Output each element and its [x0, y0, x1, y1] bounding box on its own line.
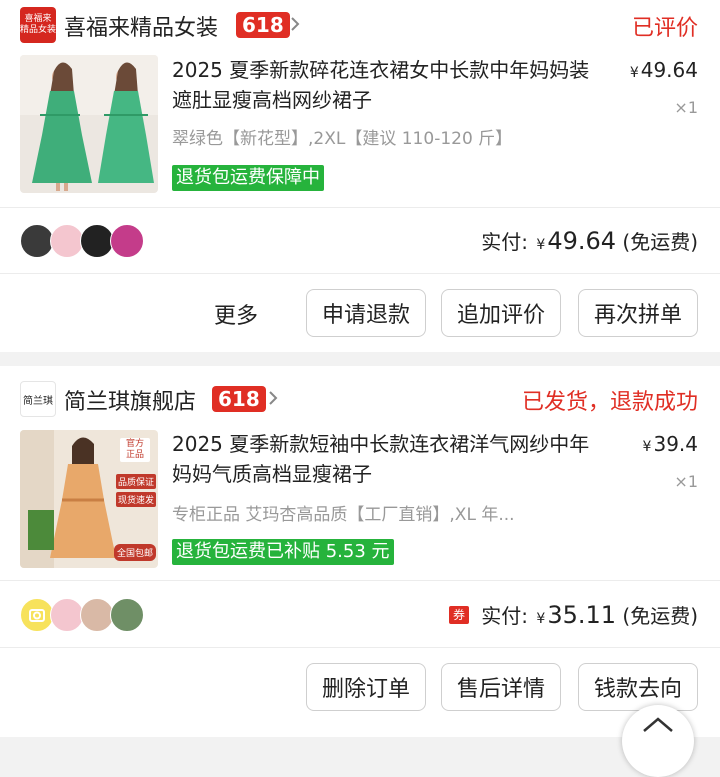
scroll-top-icon	[643, 717, 673, 732]
shipping-note: (免运费)	[622, 604, 698, 628]
promo-badge-618: 618	[236, 12, 290, 38]
payment-summary: 实付: ¥35.11 (免运费)	[481, 600, 698, 629]
payment-summary: 实付: ¥49.64 (免运费)	[481, 226, 698, 255]
thumb-label: 品质保证	[116, 474, 157, 489]
product-image[interactable]: 官方正品 品质保证 现货速发 全国包邮	[20, 430, 158, 568]
scroll-top-button[interactable]	[622, 705, 694, 777]
reorder-button[interactable]: 再次拼单	[578, 289, 698, 337]
product-price: ¥39.4	[643, 432, 698, 456]
order-card: 简兰琪 简兰琪旗舰店 618 已发货，退款成功 官方正品 品质保证 现货速发 全…	[0, 366, 720, 737]
refund-destination-button[interactable]: 钱款去向	[578, 663, 698, 711]
chevron-right-icon[interactable]	[290, 16, 300, 32]
add-review-button[interactable]: 追加评价	[441, 289, 561, 337]
after-sales-details-button[interactable]: 售后详情	[441, 663, 561, 711]
product-image[interactable]	[20, 55, 158, 193]
order-card: 喜福来 精品女装 喜福来精品女装 618 已评价 2025 夏季新款碎花连衣裙女…	[0, 0, 720, 352]
currency-symbol: ¥	[536, 611, 546, 627]
divider	[0, 647, 720, 648]
thumb-label: 官方正品	[120, 438, 150, 462]
product-spec: 翠绿色【新花型】,2XL【建议 110-120 斤】	[172, 129, 513, 149]
thumb-label: 全国包邮	[114, 544, 157, 561]
payment-amount: 35.11	[547, 601, 617, 629]
payment-label: 实付:	[481, 230, 529, 254]
product-spec: 专柜正品 艾玛杏高品质【工厂直销】,XL 年...	[172, 505, 515, 525]
avatar	[50, 598, 84, 632]
chevron-right-icon[interactable]	[268, 390, 278, 406]
divider	[0, 273, 720, 274]
shipping-note: (免运费)	[622, 230, 698, 254]
more-button[interactable]: 更多	[214, 298, 258, 330]
shop-logo[interactable]: 喜福来 精品女装	[20, 7, 56, 43]
promo-badge-618: 618	[212, 386, 266, 412]
thumb-label: 现货速发	[116, 492, 157, 507]
price-value: 49.64	[640, 58, 698, 82]
product-price: ¥49.64	[630, 58, 698, 82]
avatar	[80, 598, 114, 632]
group-avatars[interactable]	[20, 598, 150, 632]
divider	[0, 580, 720, 581]
price-value: 39.4	[653, 432, 698, 456]
avatar	[20, 598, 54, 632]
shop-logo-text: 简兰琪	[23, 395, 53, 407]
shop-logo[interactable]: 简兰琪	[20, 381, 56, 417]
avatar	[20, 224, 54, 258]
order-status: 已发货，退款成功	[521, 390, 698, 415]
currency-symbol: ¥	[536, 237, 546, 253]
payment-label: 实付:	[481, 604, 529, 628]
avatar	[110, 224, 144, 258]
product-quantity: ×1	[674, 98, 698, 117]
shop-logo-text: 喜福来 精品女装	[20, 14, 57, 35]
shop-name[interactable]: 简兰琪旗舰店	[64, 384, 196, 416]
divider	[0, 207, 720, 208]
currency-symbol: ¥	[629, 65, 639, 81]
group-avatars[interactable]	[20, 224, 150, 258]
currency-symbol: ¥	[642, 439, 652, 455]
camera-icon	[29, 609, 45, 622]
shipping-subsidy-tag: 退货包运费已补贴 5.53 元	[172, 539, 394, 565]
order-status: 已评价	[631, 16, 698, 41]
payment-amount: 49.64	[547, 227, 617, 255]
product-quantity: ×1	[674, 472, 698, 491]
product-title[interactable]: 2025 夏季新款碎花连衣裙女中长款中年妈妈装遮肚显瘦高档网纱裙子	[172, 55, 602, 115]
product-title[interactable]: 2025 夏季新款短袖中长款连衣裙洋气网纱中年妈妈气质高档显瘦裙子	[172, 429, 602, 489]
avatar	[50, 224, 84, 258]
apply-refund-button[interactable]: 申请退款	[306, 289, 426, 337]
coupon-icon: 券	[449, 606, 469, 624]
avatar	[110, 598, 144, 632]
shop-name[interactable]: 喜福来精品女装	[64, 10, 218, 42]
avatar	[80, 224, 114, 258]
shipping-guarantee-tag: 退货包运费保障中	[172, 165, 324, 191]
delete-order-button[interactable]: 删除订单	[306, 663, 426, 711]
